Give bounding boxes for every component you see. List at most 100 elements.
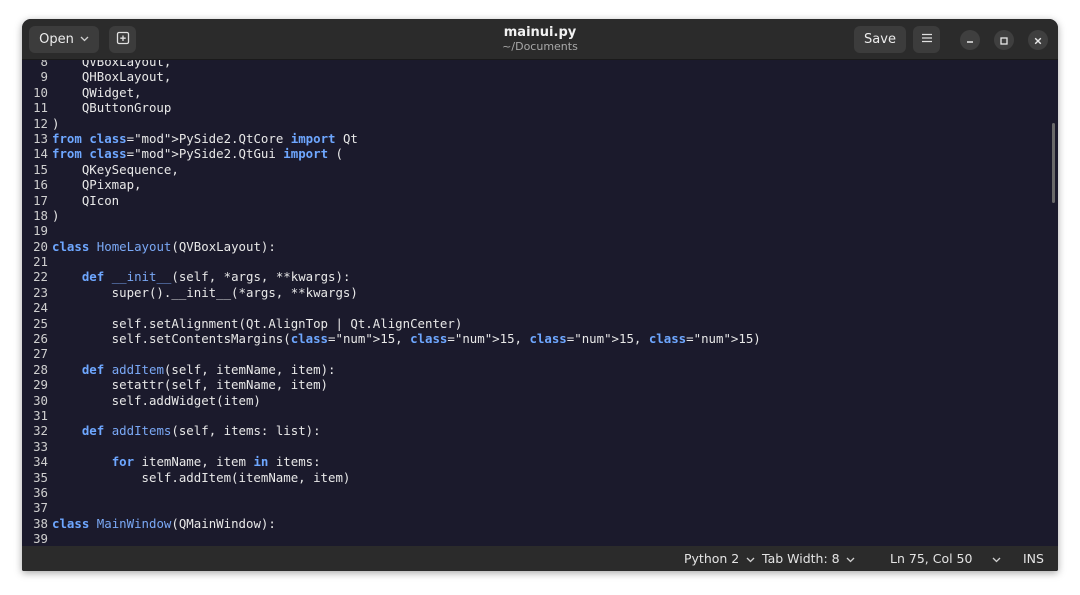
line-number: 20	[33, 238, 48, 254]
code-line[interactable]: 38 class MainWindow(QMainWindow):	[22, 516, 761, 531]
close-button[interactable]	[1028, 30, 1048, 50]
code-line[interactable]: 36	[22, 485, 761, 500]
line-number: 23	[33, 284, 48, 300]
line-number: 21	[33, 254, 48, 270]
maximize-button[interactable]	[994, 30, 1014, 50]
tab-width-selector[interactable]: Tab Width: 8	[762, 551, 855, 569]
line-number: 8	[40, 60, 48, 69]
code-line[interactable]: 37	[22, 500, 761, 515]
line-number: 14	[33, 146, 48, 162]
line-text: setattr(self, itemName, item)	[52, 377, 329, 393]
code-line[interactable]: 18)	[22, 208, 761, 223]
close-icon	[1033, 31, 1043, 50]
line-text: QIcon	[52, 192, 120, 208]
line-text: super().__init__(*args, **kwargs)	[52, 284, 358, 300]
vertical-scrollbar[interactable]	[1052, 123, 1055, 203]
line-text: def addItem(self, itemName, item):	[81, 361, 336, 377]
code-line[interactable]: 24	[22, 300, 761, 315]
line-number: 35	[33, 469, 48, 485]
code-editor[interactable]: 8 QVBoxLayout, 9 QHBoxLayout, 10 QWidget, 1…	[22, 60, 1058, 546]
line-number: 38	[33, 515, 48, 531]
code-line[interactable]: 20 class HomeLayout(QVBoxLayout):	[22, 239, 761, 254]
line-text: from class="mod">PySide2.QtGui import (	[52, 146, 343, 162]
code-line[interactable]: 17 QIcon	[22, 193, 761, 208]
code-line[interactable]: 30 self.addWidget(item)	[22, 393, 761, 408]
code-line[interactable]: 21	[22, 254, 761, 269]
maximize-icon	[999, 31, 1009, 50]
line-text: class HomeLayout(QVBoxLayout):	[52, 238, 276, 254]
line-text: QPixmap,	[52, 177, 142, 193]
code-line[interactable]: 27	[22, 346, 761, 361]
code-line[interactable]: 8 QVBoxLayout,	[22, 60, 761, 69]
code-lines: 8 QVBoxLayout, 9 QHBoxLayout, 10 QWidget, 1…	[22, 60, 761, 546]
chevron-down-icon	[844, 556, 856, 566]
code-line[interactable]: 14 from class="mod">PySide2.QtGui import …	[22, 146, 761, 161]
code-line[interactable]: 35 self.addItem(itemName, item)	[22, 470, 761, 485]
code-line[interactable]: 11 QButtonGroup	[22, 100, 761, 115]
language-label: Python 2	[684, 551, 740, 566]
line-text: class MainWindow(QMainWindow):	[52, 515, 276, 531]
line-text: QHBoxLayout,	[52, 69, 172, 85]
line-text: def addItems(self, items: list):	[81, 423, 321, 439]
line-text: self.setAlignment(Qt.AlignTop | Qt.Align…	[52, 315, 463, 331]
line-number: 18	[33, 207, 48, 223]
code-line[interactable]: 10 QWidget,	[22, 85, 761, 100]
code-line[interactable]: 9 QHBoxLayout,	[22, 69, 761, 84]
line-text: self.addWidget(item)	[52, 392, 261, 408]
tab-width-label: Tab Width: 8	[762, 551, 840, 566]
code-line[interactable]: 23 super().__init__(*args, **kwargs)	[22, 285, 761, 300]
line-number: 33	[33, 438, 48, 454]
line-number: 15	[33, 161, 48, 177]
minimize-button[interactable]	[960, 30, 980, 50]
line-number: 17	[33, 192, 48, 208]
line-text: )	[52, 115, 60, 131]
code-line[interactable]: 31	[22, 408, 761, 423]
code-line[interactable]: 32 def addItems(self, items: list):	[22, 423, 761, 438]
save-button[interactable]: Save	[854, 26, 906, 53]
chevron-down-icon	[992, 556, 1001, 566]
code-line[interactable]: 33	[22, 439, 761, 454]
line-text: from class="mod">PySide2.QtCore import Q…	[52, 130, 358, 146]
menu-button[interactable]	[913, 26, 940, 53]
insert-mode-indicator[interactable]: INS	[1023, 551, 1044, 566]
line-number: 30	[33, 392, 48, 408]
line-text: for itemName, item in items:	[111, 454, 321, 470]
code-line[interactable]: 29 setattr(self, itemName, item)	[22, 377, 761, 392]
code-line[interactable]: 25 self.setAlignment(Qt.AlignTop | Qt.Al…	[22, 316, 761, 331]
line-text: QWidget,	[52, 84, 142, 100]
code-line[interactable]: 12)	[22, 116, 761, 131]
line-text: def __init__(self, *args, **kwargs):	[81, 269, 351, 285]
line-text: self.addItem(itemName, item)	[52, 469, 351, 485]
line-number: 39	[33, 531, 48, 546]
line-number: 24	[33, 300, 48, 316]
line-number: 13	[33, 130, 48, 146]
line-text: self.setContentsMargins(class="num">15, …	[52, 331, 761, 347]
line-text: QButtonGroup	[52, 100, 172, 116]
status-bar: Python 2 Tab Width: 8 Ln 75, Col 50 INS	[22, 546, 1058, 571]
line-number: 31	[33, 407, 48, 423]
cursor-position[interactable]: Ln 75, Col 50	[890, 551, 972, 566]
line-number: 9	[40, 69, 48, 85]
position-menu-toggle[interactable]	[988, 551, 1001, 569]
line-number: 29	[33, 377, 48, 393]
code-line[interactable]: 26 self.setContentsMargins(class="num">1…	[22, 331, 761, 346]
code-line[interactable]: 28 def addItem(self, itemName, item):	[22, 362, 761, 377]
code-line[interactable]: 22 def __init__(self, *args, **kwargs):	[22, 269, 761, 284]
line-number: 12	[33, 115, 48, 131]
line-number: 10	[33, 84, 48, 100]
line-number: 26	[33, 331, 48, 347]
code-line[interactable]: 39	[22, 531, 761, 546]
line-number: 28	[33, 361, 48, 377]
line-number: 11	[33, 100, 48, 116]
line-number: 25	[33, 315, 48, 331]
code-line[interactable]: 19	[22, 223, 761, 238]
code-line[interactable]: 16 QPixmap,	[22, 177, 761, 192]
line-number: 16	[33, 177, 48, 193]
line-text: )	[52, 207, 60, 223]
code-line[interactable]: 13 from class="mod">PySide2.QtCore import…	[22, 131, 761, 146]
code-line[interactable]: 15 QKeySequence,	[22, 162, 761, 177]
code-line[interactable]: 34 for itemName, item in items:	[22, 454, 761, 469]
header-bar: Open mainui.py ~/Documents Save	[22, 19, 1058, 60]
language-selector[interactable]: Python 2	[684, 551, 755, 569]
line-text: QKeySequence,	[52, 161, 179, 177]
